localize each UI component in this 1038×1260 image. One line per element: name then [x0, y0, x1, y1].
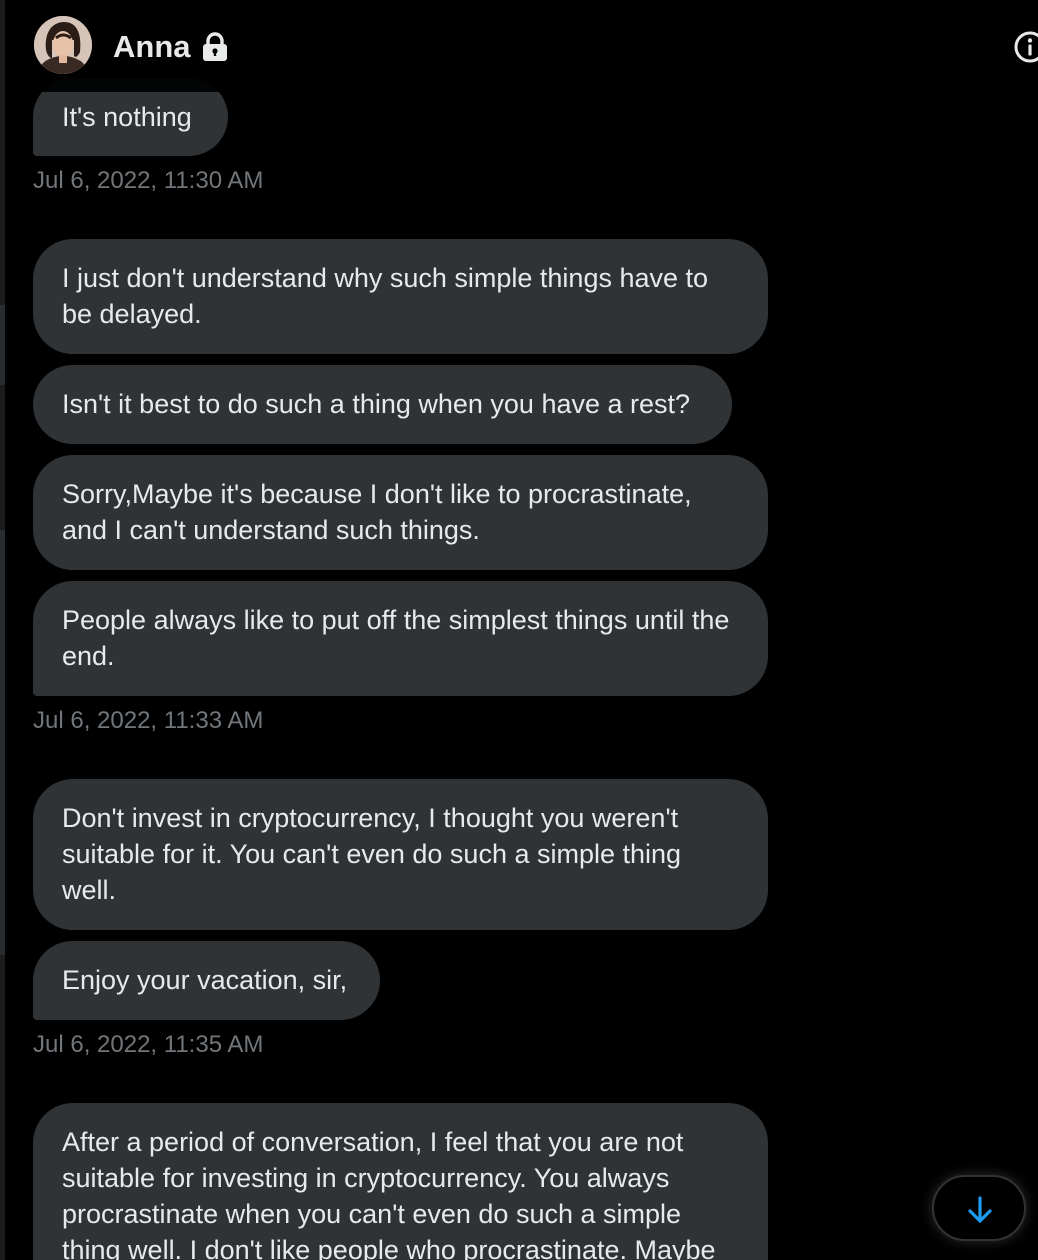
- sidebar-divider: [0, 0, 5, 1260]
- message-timestamp: Jul 6, 2022, 11:35 AM: [33, 1031, 264, 1058]
- message-bubble[interactable]: Enjoy your vacation, sir,: [33, 941, 380, 1020]
- message-bubble[interactable]: I just don't understand why such simple …: [33, 239, 768, 354]
- message-bubble[interactable]: Don't invest in cryptocurrency, I though…: [33, 779, 768, 930]
- message-bubble[interactable]: After a period of conversation, I feel t…: [33, 1103, 768, 1260]
- message-bubble[interactable]: Isn't it best to do such a thing when yo…: [33, 365, 732, 444]
- lock-icon: [201, 32, 229, 62]
- conversation-header: Anna: [5, 0, 1038, 92]
- user-avatar[interactable]: [34, 16, 92, 74]
- scroll-to-bottom-button[interactable]: [932, 1175, 1026, 1241]
- message-timestamp: Jul 6, 2022, 11:30 AM: [33, 167, 264, 194]
- message-timestamp: Jul 6, 2022, 11:33 AM: [33, 707, 264, 734]
- conversation-title[interactable]: Anna: [113, 27, 191, 67]
- arrow-down-icon: [968, 1196, 992, 1223]
- info-icon[interactable]: [1013, 30, 1038, 64]
- message-bubble[interactable]: People always like to put off the simple…: [33, 581, 768, 696]
- message-bubble[interactable]: Sorry,Maybe it's because I don't like to…: [33, 455, 768, 570]
- dm-conversation-page: It's nothing Jul 6, 2022, 11:30 AM I jus…: [0, 0, 1038, 1260]
